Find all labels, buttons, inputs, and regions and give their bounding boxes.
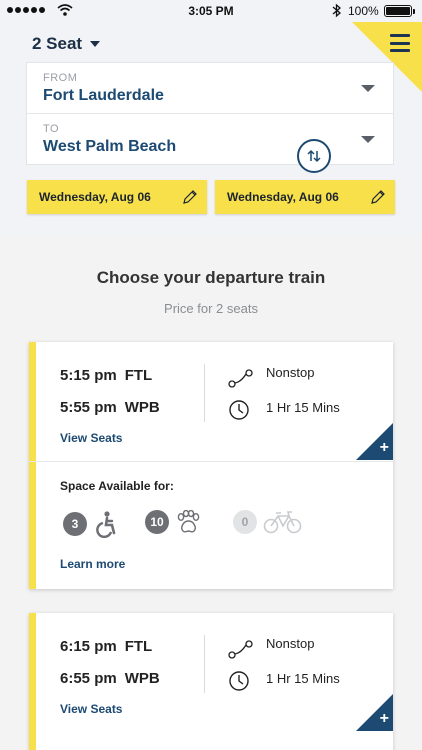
- trip-summary: 6:15 pm FTL 6:55 pm WPB Nonstop 1 Hr 15 Mi…: [29, 613, 393, 732]
- to-station-field[interactable]: TO West Palm Beach: [27, 114, 393, 165]
- route-icon: [228, 640, 253, 659]
- departure-date-button[interactable]: Wednesday, Aug 06: [27, 180, 207, 214]
- from-label: FROM: [43, 72, 78, 84]
- view-seats-link[interactable]: View Seats: [60, 431, 122, 445]
- divider: [204, 364, 205, 422]
- space-available-section: Space Available for: 3 10 0 Learn more: [29, 461, 393, 589]
- pet-count-badge: 10: [145, 510, 169, 534]
- bicycle-icon: [263, 511, 302, 534]
- bicycle-space: 0: [233, 510, 303, 534]
- return-date-button[interactable]: Wednesday, Aug 06: [215, 180, 395, 214]
- plus-icon[interactable]: +: [380, 440, 389, 456]
- arrival-station: WPB: [124, 399, 160, 416]
- battery-percent: 100%: [348, 4, 379, 18]
- battery-icon: [384, 5, 415, 17]
- departure-date-label: Wednesday, Aug 06: [39, 190, 151, 204]
- arrival-time: 5:55 pm: [60, 399, 117, 416]
- page-title: Choose your departure train: [96, 268, 326, 287]
- chevron-down-icon: [361, 85, 375, 92]
- price-subtitle: Price for 2 seats: [164, 301, 258, 316]
- from-station-value: Fort Lauderdale: [43, 87, 164, 104]
- route-selector: FROM Fort Lauderdale TO West Palm Beach: [26, 62, 394, 173]
- departure-line: 6:15 pm FTL: [60, 638, 152, 655]
- bluetooth-icon: [332, 3, 341, 18]
- clock-icon: [229, 671, 249, 691]
- duration-label: 1 Hr 15 Mins: [266, 400, 340, 415]
- arrival-line: 6:55 pm WPB: [60, 670, 160, 687]
- wheelchair-count-badge: 3: [63, 512, 87, 536]
- pencil-edit-icon: [183, 190, 197, 204]
- train-card[interactable]: 5:15 pm FTL 5:55 pm WPB Nonstop 1 Hr 15 Mi…: [29, 342, 393, 589]
- route-icon: [228, 369, 253, 388]
- swap-stations-button[interactable]: [297, 139, 331, 173]
- wheelchair-icon: [96, 511, 116, 538]
- duration-label: 1 Hr 15 Mins: [266, 671, 340, 686]
- seat-count-selector[interactable]: 2 Seat: [32, 34, 101, 54]
- arrival-station: WPB: [124, 670, 160, 687]
- train-card[interactable]: 6:15 pm FTL 6:55 pm WPB Nonstop 1 Hr 15 Mi…: [29, 613, 393, 750]
- chevron-down-icon: [90, 41, 101, 47]
- return-date-label: Wednesday, Aug 06: [227, 190, 339, 204]
- bicycle-count-badge: 0: [233, 510, 257, 534]
- pet-space: 10: [145, 510, 201, 534]
- arrival-line: 5:55 pm WPB: [60, 399, 160, 416]
- search-header: 2 Seat FROM Fort Lauderdale TO West Palm…: [0, 22, 422, 236]
- clock-icon: [229, 400, 249, 420]
- pet-paw-icon: [177, 510, 200, 533]
- from-station-field[interactable]: FROM Fort Lauderdale: [27, 63, 393, 114]
- trip-summary: 5:15 pm FTL 5:55 pm WPB Nonstop 1 Hr 15 Mi…: [29, 342, 393, 461]
- departure-time: 5:15 pm: [60, 367, 117, 384]
- space-available-title: Space Available for:: [60, 479, 174, 493]
- wheelchair-space: 3: [63, 510, 119, 538]
- departure-time: 6:15 pm: [60, 638, 117, 655]
- pencil-edit-icon: [371, 190, 385, 204]
- learn-more-link[interactable]: Learn more: [60, 557, 125, 571]
- divider: [204, 635, 205, 693]
- seat-count-label: 2 Seat: [32, 34, 83, 53]
- departure-line: 5:15 pm FTL: [60, 367, 152, 384]
- plus-icon[interactable]: +: [380, 711, 389, 727]
- to-label: TO: [43, 123, 60, 135]
- hamburger-menu-icon[interactable]: [390, 34, 410, 52]
- departure-station: FTL: [124, 638, 153, 655]
- view-seats-link[interactable]: View Seats: [60, 702, 122, 716]
- swap-arrows-icon: [307, 149, 321, 163]
- chevron-down-icon: [361, 136, 375, 143]
- status-bar: 3:05 PM 100%: [0, 0, 422, 22]
- stops-label: Nonstop: [266, 636, 315, 651]
- stops-label: Nonstop: [266, 365, 315, 380]
- arrival-time: 6:55 pm: [60, 670, 117, 687]
- departure-station: FTL: [124, 367, 153, 384]
- to-station-value: West Palm Beach: [43, 138, 177, 155]
